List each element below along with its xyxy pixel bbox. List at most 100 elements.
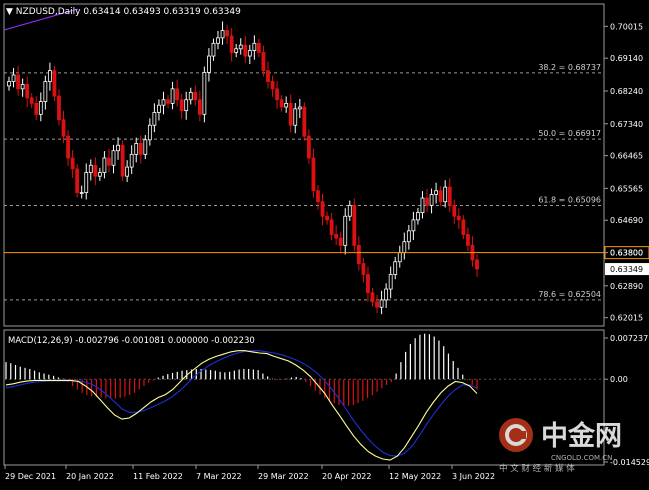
candle-body[interactable]: [329, 219, 334, 235]
candle-body[interactable]: [316, 190, 320, 203]
candle-body[interactable]: [397, 252, 402, 263]
candle-body[interactable]: [38, 101, 43, 115]
candle-body[interactable]: [425, 197, 429, 206]
candle-body[interactable]: [211, 42, 216, 57]
candle-body[interactable]: [475, 259, 479, 270]
candle-body[interactable]: [107, 157, 111, 166]
candle-body[interactable]: [111, 150, 116, 166]
candle-body[interactable]: [75, 168, 80, 193]
candle-body[interactable]: [447, 186, 452, 206]
candle-body[interactable]: [375, 301, 379, 308]
candle-body[interactable]: [302, 106, 307, 137]
candle-body[interactable]: [138, 143, 143, 155]
candle-body[interactable]: [79, 192, 84, 194]
chart-window[interactable]: 38.2 = 0.68737 50.0 = 0.66917 61.8 = 0.650…: [0, 0, 649, 486]
candle-body[interactable]: [456, 215, 461, 221]
candle-body[interactable]: [57, 95, 61, 121]
candle-body[interactable]: [16, 74, 20, 90]
candle-body[interactable]: [347, 204, 352, 217]
candle-body[interactable]: [147, 124, 152, 141]
candle-body[interactable]: [188, 92, 193, 101]
candle-body[interactable]: [356, 244, 361, 264]
candle-body[interactable]: [343, 215, 348, 246]
candle-body[interactable]: [97, 172, 102, 177]
candle-body[interactable]: [370, 292, 375, 303]
candle-body[interactable]: [306, 135, 311, 159]
candle-body[interactable]: [352, 204, 357, 246]
candle-body[interactable]: [252, 42, 257, 51]
candle-body[interactable]: [29, 97, 34, 104]
candle-body[interactable]: [420, 197, 425, 213]
candle-body[interactable]: [266, 70, 270, 82]
candle-body[interactable]: [325, 215, 329, 221]
candle-body[interactable]: [152, 112, 157, 126]
candle-body[interactable]: [88, 164, 93, 173]
candle-body[interactable]: [70, 157, 75, 170]
candle-body[interactable]: [379, 299, 384, 308]
candle-body[interactable]: [247, 50, 252, 57]
candle-body[interactable]: [20, 84, 25, 90]
candle-body[interactable]: [384, 288, 389, 301]
candle-body[interactable]: [25, 84, 30, 99]
candle-body[interactable]: [275, 88, 279, 101]
candle-body[interactable]: [34, 102, 39, 115]
candle-body[interactable]: [61, 119, 66, 137]
candle-body[interactable]: [184, 99, 189, 112]
candle-body[interactable]: [361, 263, 366, 275]
candle-body[interactable]: [270, 81, 275, 90]
candle-body[interactable]: [234, 48, 239, 53]
candle-body[interactable]: [334, 234, 339, 239]
candle-body[interactable]: [220, 30, 225, 39]
candle-body[interactable]: [311, 157, 316, 192]
candle-body[interactable]: [175, 88, 180, 101]
candle-body[interactable]: [406, 230, 411, 243]
candle-body[interactable]: [143, 139, 148, 155]
candle-body[interactable]: [166, 99, 170, 104]
candle-body[interactable]: [293, 108, 298, 126]
candle-body[interactable]: [129, 153, 134, 168]
candle-body[interactable]: [202, 72, 207, 115]
candle-body[interactable]: [366, 274, 370, 294]
candle-body[interactable]: [452, 204, 457, 217]
candle-body[interactable]: [238, 44, 243, 50]
candle-body[interactable]: [125, 166, 130, 177]
candle-body[interactable]: [47, 70, 52, 82]
candle-body[interactable]: [388, 274, 393, 290]
candle-body[interactable]: [93, 164, 98, 177]
candle-body[interactable]: [466, 234, 470, 246]
candle-body[interactable]: [402, 241, 407, 254]
candle-body[interactable]: [170, 88, 175, 104]
candle-body[interactable]: [11, 74, 16, 82]
candle-body[interactable]: [411, 219, 416, 232]
candle-body[interactable]: [279, 99, 284, 108]
candle-body[interactable]: [284, 102, 289, 108]
candle-body[interactable]: [429, 193, 434, 206]
candle-body[interactable]: [66, 135, 70, 159]
candle-body[interactable]: [161, 99, 166, 106]
candle-body[interactable]: [438, 190, 443, 203]
candle-body[interactable]: [157, 104, 161, 113]
candle-body[interactable]: [338, 237, 343, 246]
candle-body[interactable]: [434, 190, 439, 195]
candle-body[interactable]: [216, 37, 220, 44]
candle-body[interactable]: [461, 219, 466, 235]
candle-body[interactable]: [120, 144, 125, 177]
candle-body[interactable]: [225, 30, 229, 37]
candle-body[interactable]: [197, 99, 202, 115]
candle-body[interactable]: [52, 70, 57, 97]
candle-body[interactable]: [416, 212, 420, 221]
candle-body[interactable]: [179, 99, 184, 112]
candle-body[interactable]: [243, 44, 248, 57]
candle-body[interactable]: [393, 261, 398, 275]
candle-body[interactable]: [116, 144, 120, 152]
candle-body[interactable]: [134, 143, 139, 155]
candle-body[interactable]: [193, 92, 198, 101]
candle-body[interactable]: [297, 106, 302, 110]
candle-body[interactable]: [102, 157, 107, 173]
candle-body[interactable]: [84, 172, 89, 193]
candle-body[interactable]: [261, 52, 266, 72]
candle-body[interactable]: [207, 55, 211, 73]
candle-body[interactable]: [7, 81, 11, 87]
candle-body[interactable]: [43, 81, 48, 102]
candle-body[interactable]: [288, 102, 293, 126]
